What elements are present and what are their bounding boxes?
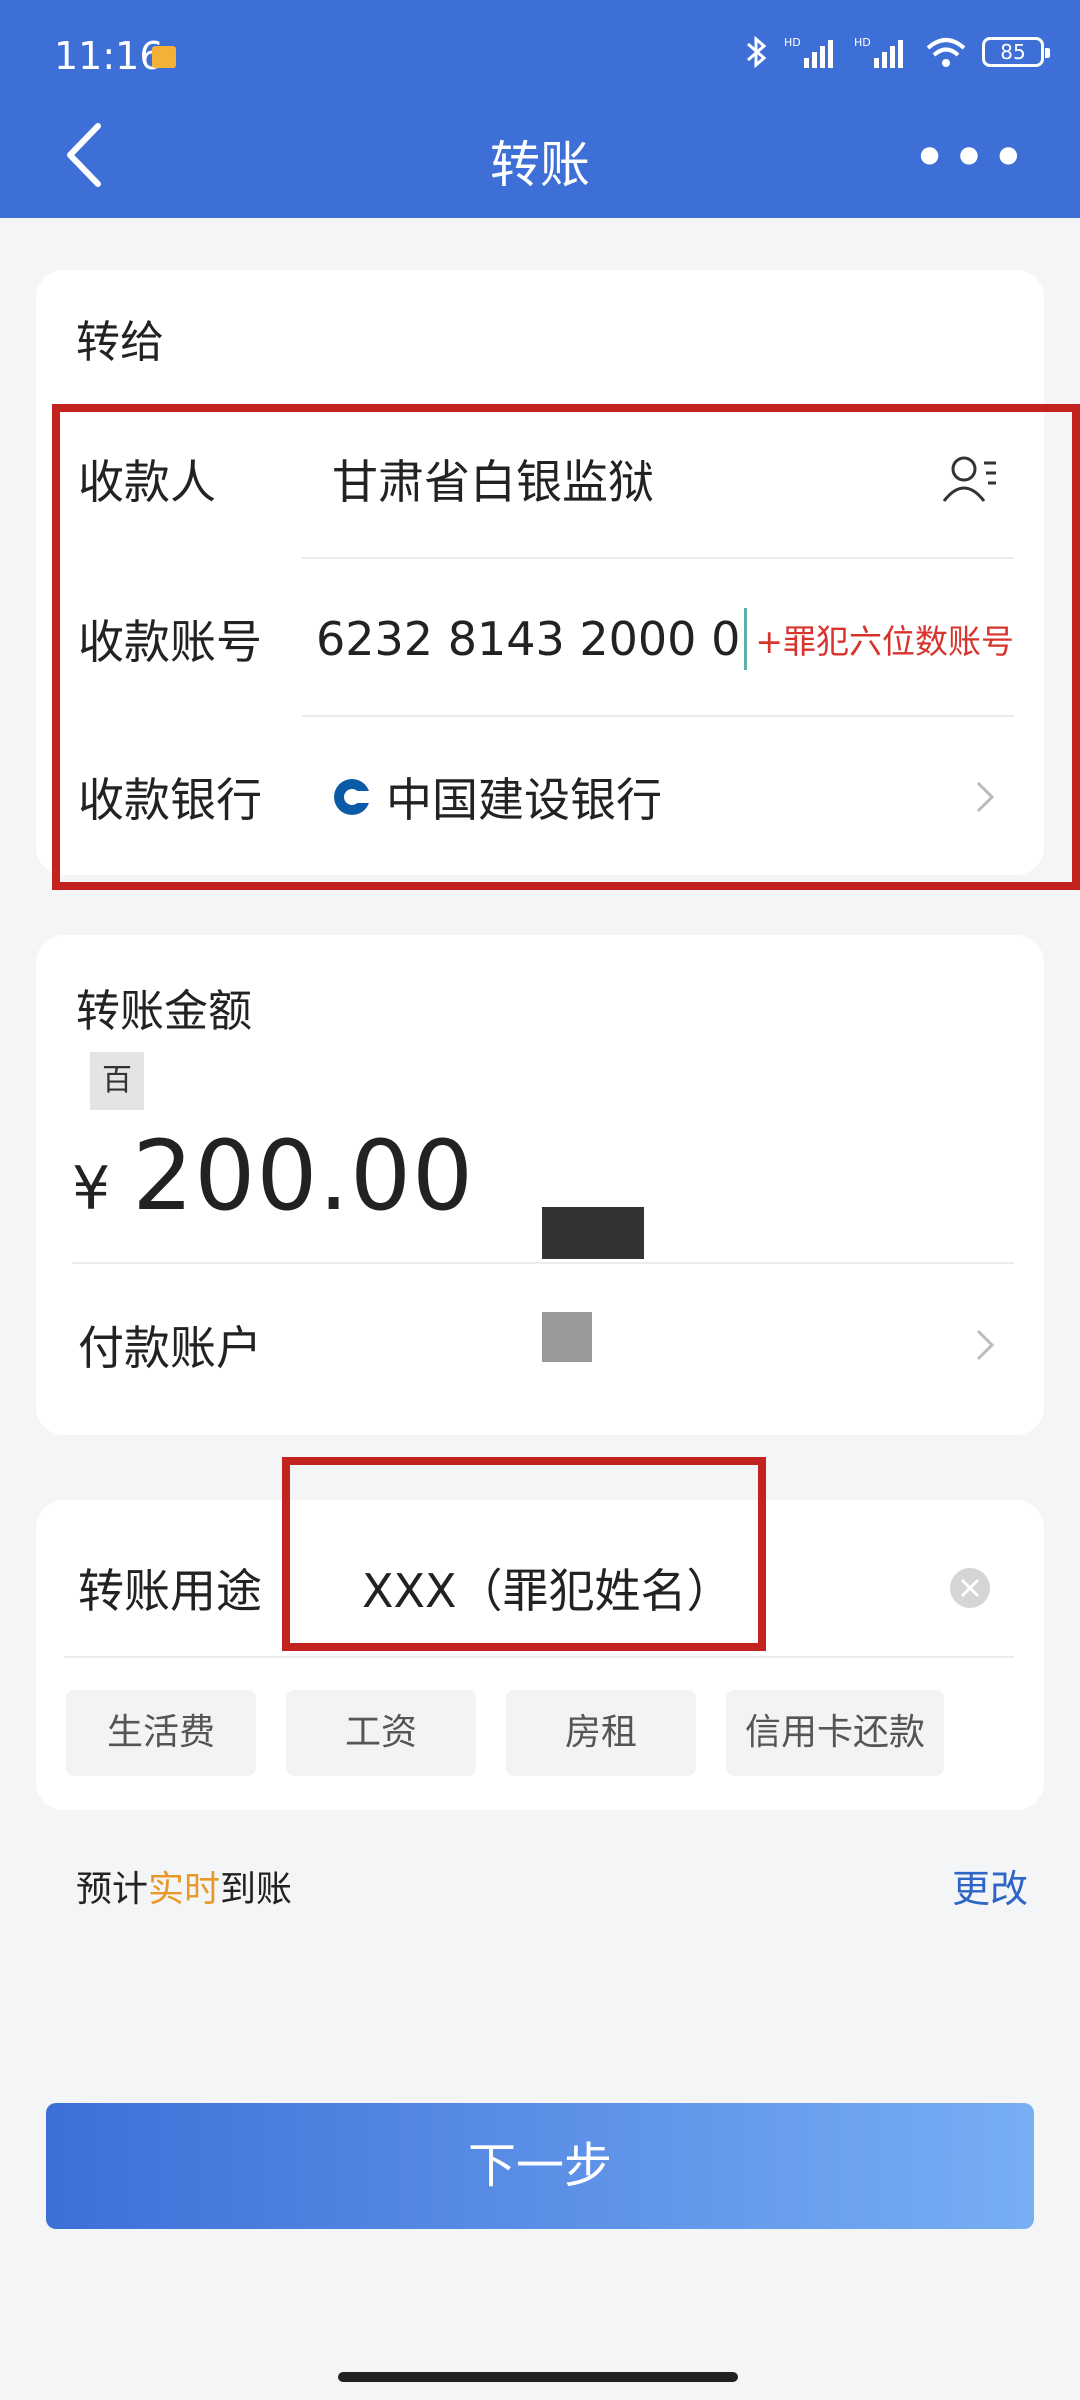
redacted-account-block [542,1207,644,1259]
chevron-right-icon [976,1329,995,1361]
divider [72,1262,1014,1264]
pay-account-label: 付款账户 [78,1321,262,1375]
arrival-prefix: 预计 [76,1869,149,1910]
chevron-right-icon [976,781,995,813]
change-arrival-link[interactable]: 更改 [952,1858,1028,1913]
amount-unit-tag: 百 [90,1052,144,1110]
divider [302,715,1014,717]
bank-value-wrap: 中国建设银行 [332,764,970,830]
arrival-info: 预计实时到账 [76,1860,292,1912]
text-cursor [744,608,748,670]
divider [64,1656,1014,1658]
battery-icon: 85 [982,37,1050,67]
pay-account-row[interactable]: 付款账户 [66,1207,1014,1420]
account-row[interactable]: 收款账号 6232 8143 2000 0 +罪犯六位数账号 [66,560,1014,718]
bank-row[interactable]: 收款银行 中国建设银行 [66,718,1014,876]
amount-section-label: 转账金额 [76,986,252,1037]
bank-value: 中国建设银行 [386,773,662,827]
payee-label: 收款人 [78,455,216,509]
account-label: 收款账号 [78,615,262,669]
bluetooth-icon [747,35,767,69]
purpose-chip-credit-card[interactable]: 信用卡还款 [726,1690,944,1776]
next-step-button[interactable]: 下一步 [46,2103,1034,2229]
divider [302,557,1014,559]
currency-symbol: ¥ [72,1154,111,1224]
purpose-chip-salary[interactable]: 工资 [286,1690,476,1776]
ccb-logo-icon [334,779,370,815]
wifi-icon [926,38,966,67]
pay-account-value [332,1207,970,1420]
more-options-icon[interactable]: ••• [912,128,1030,188]
arrival-suffix: 到账 [220,1869,293,1910]
account-value-wrap: 6232 8143 2000 0 +罪犯六位数账号 [316,608,1014,670]
payee-row[interactable]: 收款人 甘肃省白银监狱 [66,400,1014,558]
svg-text:HD: HD [854,36,871,49]
amount-input[interactable]: ¥ 200.00 [72,1120,475,1232]
contacts-icon[interactable] [940,449,1000,509]
redacted-account-block [542,1312,592,1362]
notification-icon [152,46,176,68]
arrival-highlight: 实时 [148,1869,221,1910]
app-header: 11:16 HD HD 85 转账 ••• [0,0,1080,218]
recipient-section-label: 转给 [76,317,164,368]
amount-value: 200.00 [132,1120,475,1232]
status-icons: HD HD 85 [742,34,1050,70]
status-time: 11:16 [54,34,164,78]
bank-label: 收款银行 [78,773,262,827]
payee-value[interactable]: 甘肃省白银监狱 [332,446,940,512]
purpose-chip-living[interactable]: 生活费 [66,1690,256,1776]
svg-text:HD: HD [784,36,801,49]
signal-2-icon: HD [854,36,903,68]
account-number-input[interactable]: 6232 8143 2000 0 [316,612,740,666]
recipient-card: 转给 收款人 甘肃省白银监狱 收款账号 6232 8143 2000 0 +罪犯… [36,270,1044,875]
clear-icon[interactable] [948,1566,992,1610]
home-indicator[interactable] [338,2372,738,2382]
status-bar: 11:16 HD HD 85 [0,0,1080,110]
purpose-input[interactable]: XXX（罪犯姓名） [332,1555,948,1621]
purpose-label: 转账用途 [78,1564,262,1618]
purpose-chip-rent[interactable]: 房租 [506,1690,696,1776]
account-annotation: +罪犯六位数账号 [755,622,1014,661]
signal-1-icon: HD [784,36,833,68]
purpose-row[interactable]: 转账用途 XXX（罪犯姓名） [66,1520,1014,1656]
